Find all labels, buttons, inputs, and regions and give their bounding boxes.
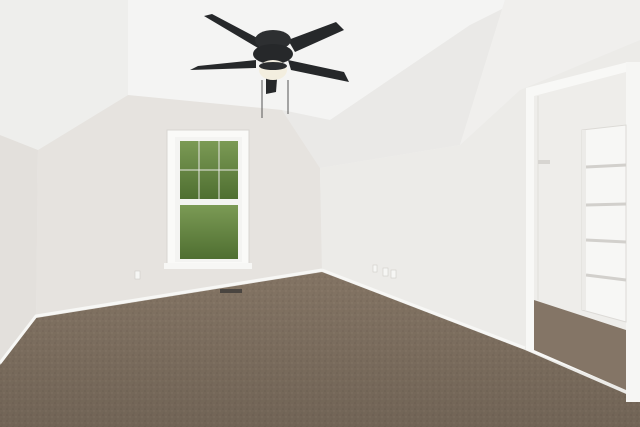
closet-shelving [581,124,627,323]
floor-vent [220,289,242,293]
room-photo [0,0,640,427]
double-hung-window [164,129,252,269]
